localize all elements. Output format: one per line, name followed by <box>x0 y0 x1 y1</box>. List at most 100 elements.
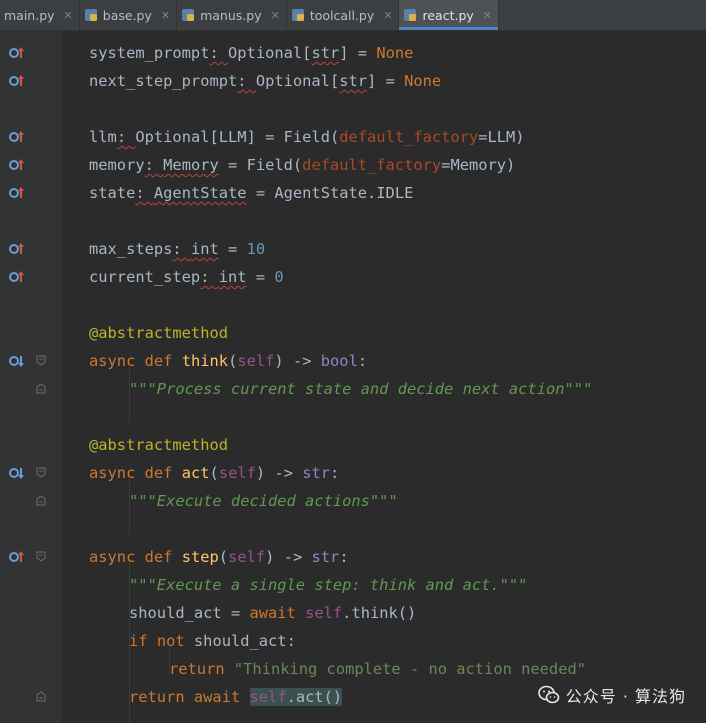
tab-base-py[interactable]: base.py ✕ <box>80 0 178 30</box>
parameter: default_factory <box>339 128 479 146</box>
self-keyword: self <box>249 688 287 706</box>
keyword: def <box>144 352 173 370</box>
fold-marker-icon[interactable] <box>36 355 46 366</box>
type-name: Optional <box>255 72 330 90</box>
punct: = Field( <box>218 156 303 174</box>
close-icon[interactable]: ✕ <box>271 9 280 22</box>
type-name: bool <box>320 352 358 370</box>
tab-react-py[interactable]: react.py ✕ <box>399 0 499 30</box>
override-up-icon[interactable] <box>9 158 25 172</box>
wechat-icon <box>537 685 560 704</box>
override-up-icon[interactable] <box>9 130 25 144</box>
punct: .act() <box>286 688 343 706</box>
punct: = AgentState.IDLE <box>246 184 414 202</box>
function-name: think <box>181 352 229 370</box>
keyword: None <box>404 72 442 90</box>
code-line: should_act = await self.think() <box>129 599 416 627</box>
tab-label: main.py <box>4 7 55 23</box>
identifier: should_act = <box>129 604 250 622</box>
number: 10 <box>246 240 266 258</box>
punct: ( <box>209 464 219 482</box>
type-name: str <box>302 464 331 482</box>
punct: ) -> <box>255 464 303 482</box>
fold-marker-icon[interactable] <box>36 467 46 478</box>
code-editor[interactable]: system_prompt: Optional[str] = None next… <box>62 31 706 723</box>
type-name: int <box>190 240 219 258</box>
python-file-icon <box>403 8 417 22</box>
code-line: return "Thinking complete - no action ne… <box>169 655 586 683</box>
string-literal: "Thinking complete - no action needed" <box>233 660 586 678</box>
watermark-text: 公众号 · 算法狗 <box>565 687 686 706</box>
punct: [LLM] = Field( <box>209 128 340 146</box>
punct: ] = <box>339 44 377 62</box>
code-line: max_steps: int = 10 <box>89 235 265 263</box>
code-line: """Execute decided actions""" <box>129 487 398 515</box>
override-up-icon[interactable] <box>9 550 25 564</box>
colon: : <box>200 268 219 286</box>
punct: : <box>330 464 340 482</box>
override-up-icon[interactable] <box>9 186 25 200</box>
code-line: async def step(self) -> str: <box>89 543 349 571</box>
fold-marker-icon[interactable] <box>36 551 46 562</box>
function-name: act <box>181 464 210 482</box>
punct: =Memory) <box>441 156 516 174</box>
docstring: """Execute decided actions""" <box>129 492 398 510</box>
override-up-icon[interactable] <box>9 46 25 60</box>
keyword: async <box>89 548 136 566</box>
python-file-icon <box>84 8 98 22</box>
tab-main-py[interactable]: main.py ✕ <box>0 0 80 30</box>
keyword: def <box>144 548 173 566</box>
editor-tab-bar: main.py ✕ base.py ✕ manus.py ✕ toolcall.… <box>0 0 706 31</box>
code-line: """Process current state and decide next… <box>129 375 592 403</box>
code-line: async def think(self) -> bool: <box>89 347 367 375</box>
keyword: if <box>129 632 148 650</box>
close-icon[interactable]: ✕ <box>161 9 170 22</box>
punct: : <box>357 352 368 370</box>
type-name: str <box>311 548 340 566</box>
implemented-down-icon[interactable] <box>9 466 25 480</box>
identifier: memory <box>89 156 145 174</box>
close-icon[interactable]: ✕ <box>383 9 392 22</box>
identifier: next_step_prompt <box>89 72 238 90</box>
override-up-icon[interactable] <box>9 242 25 256</box>
colon: : <box>135 184 154 202</box>
override-up-icon[interactable] <box>9 74 25 88</box>
self-keyword: self <box>237 352 275 370</box>
type-name: str <box>311 44 340 62</box>
colon: : <box>209 44 229 62</box>
keyword: None <box>376 44 414 62</box>
tab-label: react.py <box>422 7 474 23</box>
override-up-icon[interactable] <box>9 270 25 284</box>
decorator: @abstractmethod <box>89 324 228 342</box>
colon: : <box>116 128 136 146</box>
fold-marker-icon[interactable] <box>36 691 46 702</box>
code-line: state: AgentState = AgentState.IDLE <box>89 179 413 207</box>
close-icon[interactable]: ✕ <box>64 9 73 22</box>
code-line: """Execute a single step: think and act.… <box>129 571 527 599</box>
close-icon[interactable]: ✕ <box>483 9 492 22</box>
fold-marker-icon[interactable] <box>36 495 46 506</box>
colon: : <box>144 156 164 174</box>
colon: : <box>237 72 256 90</box>
type-name: str <box>339 72 368 90</box>
tab-label: base.py <box>102 7 152 23</box>
keyword: async <box>89 464 136 482</box>
fold-marker-icon[interactable] <box>36 383 46 394</box>
code-line: system_prompt: Optional[str] = None <box>89 39 413 67</box>
tab-toolcall-py[interactable]: toolcall.py ✕ <box>287 0 400 30</box>
keyword: def <box>144 464 173 482</box>
tab-manus-py[interactable]: manus.py ✕ <box>177 0 287 30</box>
tab-label: manus.py <box>200 7 262 23</box>
implemented-down-icon[interactable] <box>9 354 25 368</box>
editor-gutter <box>0 31 62 723</box>
self-keyword: self <box>228 548 266 566</box>
punct: ) -> <box>265 548 312 566</box>
